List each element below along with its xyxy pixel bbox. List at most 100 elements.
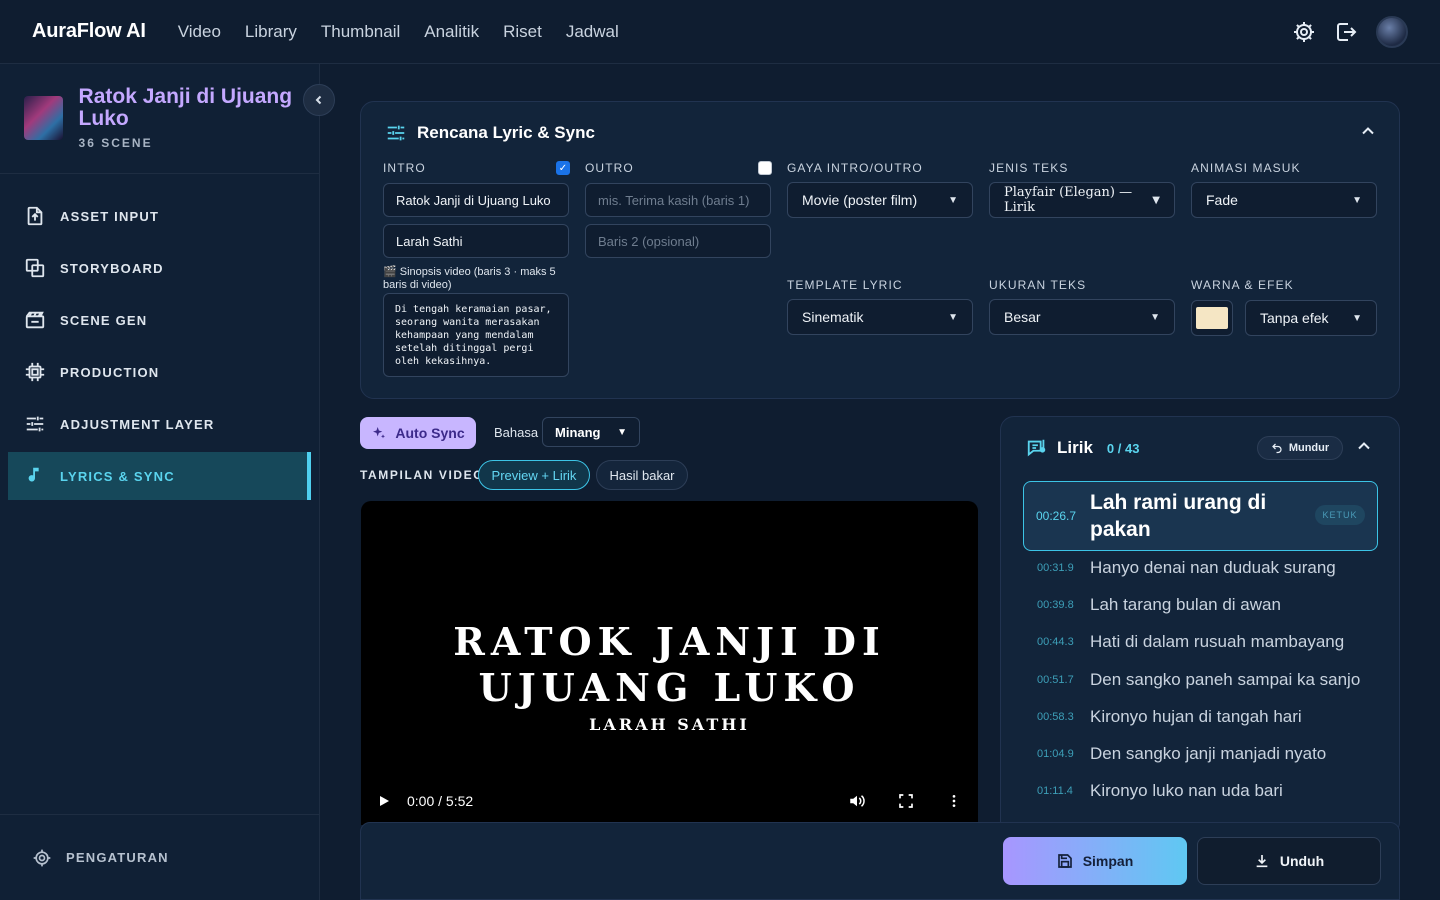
chevron-up-icon[interactable]	[1357, 439, 1371, 453]
scene-count: 36 SCENE	[78, 136, 153, 150]
panel-title-text: Rencana Lyric & Sync	[417, 123, 595, 142]
file-upload-icon	[27, 206, 43, 226]
intro-checkbox[interactable]: ✓	[556, 161, 570, 175]
sliders-icon	[26, 416, 44, 432]
animasi-label: ANIMASI MASUK	[1191, 161, 1301, 175]
synopsis-label: 🎬 Sinopsis video (baris 3 · maks 5 baris…	[383, 266, 556, 291]
chevron-down-icon: ▼	[617, 426, 627, 438]
nav-jadwal[interactable]: Jadwal	[566, 22, 619, 42]
collapse-sidebar-button[interactable]	[303, 84, 335, 116]
animasi-select[interactable]: Fade ▼	[1191, 182, 1377, 218]
lyric-row[interactable]: 01:11.4 Kironyo luko nan uda bari	[1037, 781, 1283, 801]
lyric-row[interactable]: 00:51.7 Den sangko paneh sampai ka sanjo	[1037, 670, 1360, 690]
lyric-row[interactable]: 01:04.9 Den sangko janji manjadi nyato	[1037, 744, 1326, 764]
lyrics-count: 0 / 43	[1106, 440, 1140, 456]
main-nav: Video Library Thumbnail Analitik Riset J…	[178, 22, 619, 42]
save-icon	[1057, 854, 1072, 868]
lyric-row[interactable]: 00:44.3 Hati di dalam rusuah mambayang	[1037, 632, 1344, 652]
ketuk-badge[interactable]: KETUK	[1315, 505, 1365, 525]
more-vertical-icon[interactable]	[946, 793, 962, 809]
lyrics-list-icon	[1027, 439, 1046, 457]
template-select[interactable]: Sinematik ▼	[787, 299, 973, 335]
unduh-label: Unduh	[1279, 853, 1325, 869]
tampilan-video-label: TAMPILAN VIDEO	[360, 468, 485, 482]
avatar[interactable]	[1376, 16, 1408, 48]
intro-line2-input[interactable]: Larah Sathi	[383, 224, 569, 258]
lyric-text: Kironyo luko nan uda bari	[1090, 781, 1283, 800]
lyric-row[interactable]: 00:39.8 Lah tarang bulan di awan	[1037, 595, 1281, 615]
sidebar-item-storyboard[interactable]: STORYBOARD	[8, 244, 311, 292]
template-value: Sinematik	[802, 309, 864, 325]
synopsis-textarea[interactable]: Di tengah keramaian pasar, seorang wanit…	[383, 293, 569, 377]
outro-line1-input[interactable]: mis. Terima kasih (baris 1)	[585, 183, 771, 217]
chevron-down-icon: ▼	[948, 194, 958, 206]
sidebar-item-adjustment-layer[interactable]: ADJUSTMENT LAYER	[8, 400, 311, 448]
color-swatch[interactable]	[1191, 300, 1233, 336]
settings-label: PENGATURAN	[66, 850, 169, 865]
lyric-plan-panel: Rencana Lyric & Sync INTRO ✓ Ratok Janji…	[360, 101, 1400, 399]
nav-thumbnail[interactable]: Thumbnail	[321, 22, 400, 42]
mundur-label: Mundur	[1288, 442, 1330, 454]
ukuran-label: UKURAN TEKS	[989, 278, 1087, 292]
sidebar-item-asset-input[interactable]: ASSET INPUT	[8, 192, 311, 240]
warna-label: WARNA & EFEK	[1191, 278, 1294, 292]
brand-logo[interactable]: AuraFlow AI	[32, 20, 146, 43]
mundur-button[interactable]: Mundur	[1257, 436, 1343, 460]
sidebar-item-scene-gen[interactable]: SCENE GEN	[8, 296, 311, 344]
chevron-down-icon: ▼	[1352, 312, 1362, 324]
ukuran-value: Besar	[1004, 309, 1041, 325]
music-note-icon	[28, 467, 39, 482]
jenis-select[interactable]: Playfair (Elegan) — Lirik ▼	[989, 182, 1175, 218]
nav-riset[interactable]: Riset	[503, 22, 542, 42]
lyric-time: 00:44.3	[1037, 636, 1074, 648]
auto-sync-label: Auto Sync	[395, 425, 465, 441]
auto-sync-button[interactable]: Auto Sync	[360, 417, 476, 449]
nav-video[interactable]: Video	[178, 22, 221, 42]
lyric-row[interactable]: 00:31.9 Hanyo denai nan duduak surang	[1037, 558, 1336, 578]
gear-icon	[33, 849, 51, 866]
play-icon[interactable]	[377, 794, 391, 808]
sidebar-item-label: PRODUCTION	[60, 364, 160, 380]
fullscreen-icon[interactable]	[898, 793, 914, 809]
jenis-value: Playfair (Elegan) — Lirik	[1004, 185, 1133, 215]
jenis-label: JENIS TEKS	[989, 161, 1069, 175]
nav-library[interactable]: Library	[245, 22, 297, 42]
project-header: Ratok Janji di Ujuang Luko 36 SCENE	[0, 64, 335, 174]
chevron-up-icon[interactable]	[1361, 124, 1375, 138]
gear-icon[interactable]	[1292, 20, 1316, 44]
simpan-button[interactable]: Simpan	[1003, 837, 1187, 885]
chip-icon	[25, 362, 45, 382]
lyric-time: 00:26.7	[1036, 509, 1077, 523]
bahasa-select[interactable]: Minang ▼	[542, 417, 640, 447]
chevron-down-icon: ▼	[948, 311, 958, 323]
hasil-bakar-tab[interactable]: Hasil bakar	[596, 460, 688, 490]
intro-line1-input[interactable]: Ratok Janji di Ujuang Luko	[383, 183, 569, 217]
ukuran-select[interactable]: Besar ▼	[989, 299, 1175, 335]
sidebar-settings[interactable]: PENGATURAN	[0, 814, 320, 900]
outro-line2-input[interactable]: Baris 2 (opsional)	[585, 224, 771, 258]
lyric-active-row[interactable]: 00:26.7 Lah rami urang di pakan KETUK	[1023, 481, 1378, 551]
unduh-button[interactable]: Unduh	[1197, 837, 1381, 885]
volume-icon[interactable]	[848, 792, 866, 810]
lyric-text: Lah rami urang di pakan	[1090, 491, 1267, 541]
efek-select[interactable]: Tanpa efek ▼	[1245, 300, 1377, 336]
sidebar-item-production[interactable]: PRODUCTION	[8, 348, 311, 396]
sidebar-item-lyrics-sync[interactable]: LYRICS & SYNC	[8, 452, 311, 500]
logout-icon[interactable]	[1334, 20, 1358, 44]
chevron-down-icon: ▼	[1152, 194, 1160, 206]
lyric-text: Den sangko paneh sampai ka sanjo	[1090, 670, 1361, 689]
lyric-time: 00:58.3	[1037, 711, 1074, 723]
video-player[interactable]: RATOK JANJI DI UJUANG LUKO LARAH SATHI 0…	[361, 501, 978, 825]
panel-title: Rencana Lyric & Sync	[385, 122, 595, 144]
sidebar-item-label: STORYBOARD	[60, 260, 164, 276]
download-icon	[1256, 855, 1268, 868]
lyric-row[interactable]: 00:58.3 Kironyo hujan di tangah hari	[1037, 707, 1302, 727]
top-actions	[1292, 16, 1408, 48]
gaya-select[interactable]: Movie (poster film) ▼	[787, 182, 973, 218]
nav-analitik[interactable]: Analitik	[424, 22, 479, 42]
animasi-value: Fade	[1206, 192, 1238, 208]
lyric-time: 00:39.8	[1037, 599, 1074, 611]
chevron-down-icon: ▼	[1352, 194, 1362, 206]
outro-checkbox[interactable]	[758, 161, 772, 175]
preview-lirik-tab[interactable]: Preview + Lirik	[478, 460, 590, 490]
